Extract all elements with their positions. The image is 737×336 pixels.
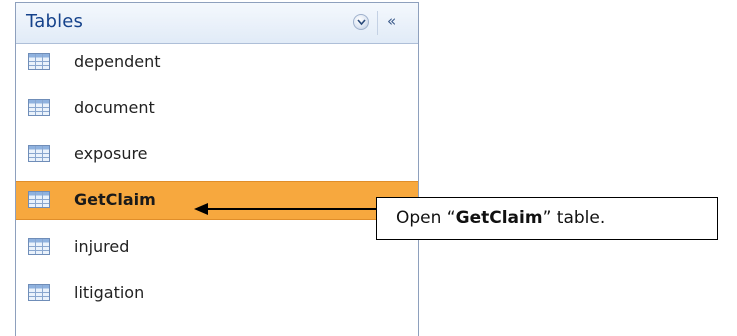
list-item[interactable]: litigation bbox=[16, 275, 418, 311]
screenshot-stage: Tables « dependent document exposure Get… bbox=[0, 0, 737, 336]
table-icon bbox=[28, 284, 50, 305]
pane-title: Tables bbox=[26, 11, 84, 32]
table-icon bbox=[28, 53, 50, 74]
header-separator bbox=[377, 11, 378, 35]
list-item-label: injured bbox=[74, 237, 130, 256]
callout-suffix: ” table. bbox=[542, 208, 606, 228]
callout-emphasis: GetClaim bbox=[455, 208, 543, 228]
callout-prefix: Open “ bbox=[396, 208, 456, 228]
table-icon bbox=[28, 238, 50, 259]
callout-text: Open “GetClaim” table. bbox=[396, 208, 605, 228]
navigation-pane: Tables « dependent document exposure Get… bbox=[15, 2, 419, 336]
list-item[interactable]: injured bbox=[16, 229, 418, 265]
pane-menu-button[interactable] bbox=[353, 14, 369, 30]
list-item-label: dependent bbox=[74, 52, 161, 71]
instruction-callout: Open “GetClaim” table. bbox=[376, 197, 718, 240]
list-item-label: exposure bbox=[74, 144, 148, 163]
collapse-pane-button[interactable]: « bbox=[387, 12, 396, 30]
list-item[interactable]: exposure bbox=[16, 136, 418, 172]
list-item-label: document bbox=[74, 98, 155, 117]
list-item-label: litigation bbox=[74, 283, 145, 302]
list-item[interactable]: document bbox=[16, 90, 418, 126]
list-item-label: GetClaim bbox=[74, 190, 156, 209]
table-icon bbox=[28, 191, 50, 212]
list-item-selected[interactable]: GetClaim bbox=[16, 181, 418, 220]
chevron-down-icon bbox=[357, 19, 366, 26]
table-icon bbox=[28, 99, 50, 120]
table-icon bbox=[28, 145, 50, 166]
list-item[interactable]: dependent bbox=[16, 44, 418, 80]
pane-header: Tables « bbox=[16, 3, 418, 44]
